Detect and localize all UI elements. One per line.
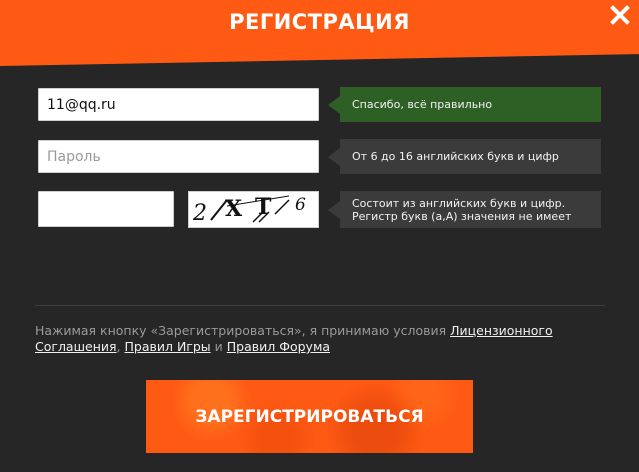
page-title: РЕГИСТРАЦИЯ [229,10,410,34]
password-field[interactable] [38,140,319,173]
register-button[interactable]: ЗАРЕГИСТРИРОВАТЬСЯ [146,380,473,453]
captcha-hint-line1: Состоит из английских букв и цифр. [352,196,566,210]
captcha-graphic: 2 X T 6 [192,194,306,226]
forum-rules-link[interactable]: Правил Форума [227,339,330,354]
captcha-hint-text: Состоит из английских букв и цифр. Регис… [352,197,571,223]
terms-sep-2: и [210,339,227,354]
email-field[interactable] [38,88,319,121]
close-button[interactable] [609,4,631,26]
captcha-char-1: 2 [192,201,207,226]
captcha-hint-line2: Регистр букв (a,A) значения не имеет [352,209,572,223]
divider [35,305,605,306]
captcha-image[interactable]: 2 X T 6 [188,191,319,228]
email-hint: Спасибо, всё правильно [328,87,601,122]
captcha-field[interactable] [38,191,174,227]
captcha-input[interactable] [47,192,165,226]
captcha-char-2: X [225,196,243,222]
password-hint-text: От 6 до 16 английских букв и цифр [352,150,559,163]
password-hint: От 6 до 16 английских букв и цифр [328,139,601,174]
terms-sep-1: , [116,339,125,354]
email-input[interactable] [47,89,310,121]
game-rules-link[interactable]: Правил Игры [125,339,211,354]
captcha-char-3: T [255,194,272,220]
terms-prefix: Нажимая кнопку «Зарегистрироваться», я п… [35,323,451,338]
terms-text: Нажимая кнопку «Зарегистрироваться», я п… [35,323,595,355]
close-icon[interactable] [609,4,631,26]
email-hint-text: Спасибо, всё правильно [352,98,493,111]
password-input[interactable] [47,141,310,173]
captcha-hint: Состоит из английских букв и цифр. Регис… [328,191,601,228]
captcha-char-4: 6 [295,195,306,215]
